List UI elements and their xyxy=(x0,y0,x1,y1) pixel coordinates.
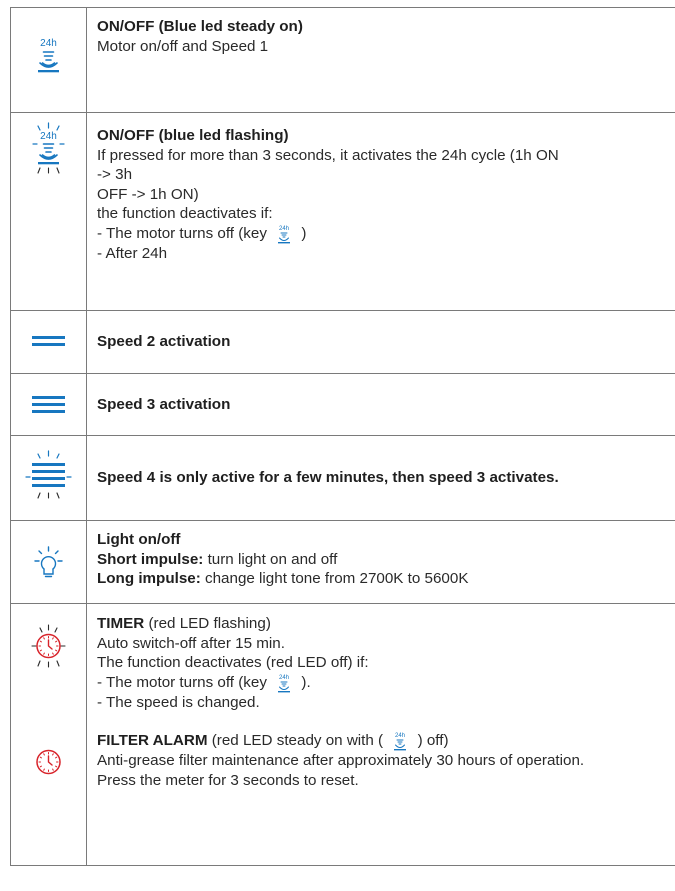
row-line: - The motor turns off (key 24h ). xyxy=(97,673,675,693)
table-row: Light on/off Short impulse: turn light o… xyxy=(10,520,675,604)
fan-24h-inline-icon: 24h xyxy=(274,673,294,693)
text-cell: ON/OFF (Blue led steady on) Motor on/off… xyxy=(86,7,675,113)
filter-alarm-clock-icon xyxy=(11,748,86,778)
short-impulse-text: turn light on and off xyxy=(207,550,338,568)
fan-24h-icon: 24h xyxy=(11,36,86,96)
row-title: Light on/off xyxy=(97,531,181,548)
timer-title: TIMER xyxy=(97,615,145,632)
row-line: - After 24h xyxy=(97,244,168,262)
text-cell: Speed 2 activation xyxy=(86,310,675,374)
svg-text:24h: 24h xyxy=(40,131,57,142)
long-impulse-label: Long impulse: xyxy=(97,570,201,588)
row-line: Long impulse: change light tone from 270… xyxy=(97,569,675,589)
icon-cell xyxy=(10,310,87,374)
row-line: Anti-grease filter maintenance after app… xyxy=(97,752,585,770)
table-row: 24h ON/OFF (blue led flashing) If presse… xyxy=(10,112,675,311)
row-line: If pressed for more than 3 seconds, it a… xyxy=(97,146,559,164)
row-line: Short impulse: turn light on and off xyxy=(97,550,675,570)
text-cell: ON/OFF (blue led flashing) If pressed fo… xyxy=(86,112,675,311)
row-line: - The speed is changed. xyxy=(97,693,260,711)
line-text: - The motor turns off (key xyxy=(97,673,267,691)
row-line: Motor on/off and Speed 1 xyxy=(97,37,269,55)
line-text: - The motor turns off (key xyxy=(97,224,267,242)
row-title: Speed 3 activation xyxy=(97,395,231,413)
icon-cell xyxy=(10,520,87,604)
fan-24h-inline-icon: 24h xyxy=(274,224,294,244)
row-line: OFF -> 1h ON) xyxy=(97,185,199,203)
text-cell: TIMER (red LED flashing) Auto switch-off… xyxy=(86,603,675,866)
row-title: ON/OFF (blue led flashing) xyxy=(97,127,289,144)
row-line: Auto switch-off after 15 min. xyxy=(97,634,285,652)
icon-cell xyxy=(10,435,87,521)
short-impulse-label: Short impulse: xyxy=(97,550,204,568)
function-table: 24h ON/OFF (Blue led steady on) Motor on… xyxy=(10,7,675,866)
icon-cell xyxy=(10,603,87,866)
icon-cell: 24h xyxy=(10,7,87,113)
text-cell: Speed 4 is only active for a few minutes… xyxy=(86,435,675,521)
icon-cell xyxy=(10,373,87,436)
timer-clock-icon xyxy=(11,622,86,672)
icon-cell: 24h xyxy=(10,112,87,311)
light-bulb-icon xyxy=(11,545,86,579)
svg-text:24h: 24h xyxy=(40,38,57,49)
fan-24h-inline-icon: 24h xyxy=(390,731,410,751)
row-line: The function deactivates (red LED off) i… xyxy=(97,654,369,672)
alarm-heading: FILTER ALARM (red LED steady on with ( 2… xyxy=(97,731,675,751)
alarm-note-end: ) off) xyxy=(417,732,449,750)
text-cell: Speed 3 activation xyxy=(86,373,675,436)
table-row: 24h ON/OFF (Blue led steady on) Motor on… xyxy=(10,7,675,113)
table-row: Speed 3 activation xyxy=(10,373,675,436)
alarm-title: FILTER ALARM xyxy=(97,732,208,750)
row-line: Press the meter for 3 seconds to reset. xyxy=(97,771,359,789)
alarm-note: (red LED steady on with ( xyxy=(211,732,384,750)
table-row: TIMER (red LED flashing) Auto switch-off… xyxy=(10,603,675,866)
line-text: ) xyxy=(301,224,307,242)
fan-24h-flashing-icon: 24h xyxy=(11,120,86,190)
row-title: Speed 4 is only active for a few minutes… xyxy=(97,469,559,487)
row-title: ON/OFF (Blue led steady on) xyxy=(97,18,303,35)
row-line: - The motor turns off (key 24h ) xyxy=(97,224,675,244)
svg-text:24h: 24h xyxy=(395,733,405,739)
table-row: Speed 4 is only active for a few minutes… xyxy=(10,435,675,521)
table-row: Speed 2 activation xyxy=(10,310,675,374)
speed-4-flashing-icon xyxy=(11,450,86,506)
long-impulse-text: change light tone from 2700K to 5600K xyxy=(205,570,469,588)
speed-2-icon xyxy=(11,332,86,352)
timer-heading: TIMER (red LED flashing) xyxy=(97,614,675,634)
svg-text:24h: 24h xyxy=(279,675,289,681)
text-cell: Light on/off Short impulse: turn light o… xyxy=(86,520,675,604)
row-title: Speed 2 activation xyxy=(97,333,231,351)
speed-3-icon xyxy=(11,393,86,417)
row-line: -> 3h xyxy=(97,166,133,184)
row-line: the function deactivates if: xyxy=(97,205,273,223)
timer-note: (red LED flashing) xyxy=(148,615,271,632)
line-text: ). xyxy=(301,673,311,691)
svg-text:24h: 24h xyxy=(279,226,289,232)
